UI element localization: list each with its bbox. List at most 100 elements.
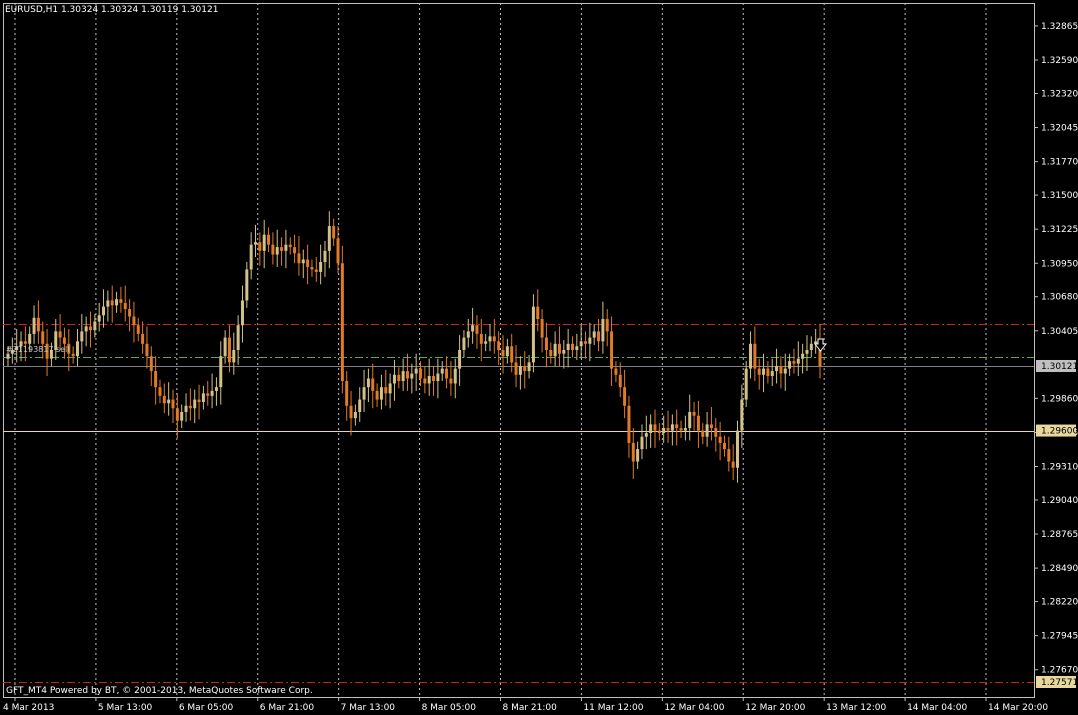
candle-bear (727, 449, 731, 462)
candle-bull (670, 424, 674, 431)
candle-bull (649, 424, 653, 434)
candle-bull (362, 387, 366, 400)
candle-bull (488, 336, 492, 342)
candle-bull (219, 356, 223, 388)
x-tick-label: 14 Mar 20:00 (988, 703, 1048, 713)
candle-bear (731, 461, 735, 468)
candle-bull (744, 368, 748, 400)
candle-bear (336, 238, 340, 264)
candle-bear (136, 325, 140, 334)
candle-bull (518, 366, 522, 375)
candle-bull (788, 361, 792, 369)
candle-bull (636, 449, 640, 462)
mt4-chart-window[interactable]: 1.32865 1.32590 1.32320 1.32045 1.31770 1.315… (0, 0, 1078, 715)
candle-bull (601, 319, 605, 342)
candle-bull (223, 337, 227, 357)
candle-bear (766, 368, 770, 377)
candle-bull (232, 350, 236, 363)
candle-bull (353, 411, 357, 419)
candle-bull (323, 250, 327, 263)
candle-bear (492, 336, 496, 342)
candle-bull (301, 259, 305, 264)
candle-bull (75, 341, 79, 357)
candle-bull (640, 436, 644, 450)
y-tick-label: 1.30405 (1041, 327, 1078, 337)
y-tick-label: 1.31500 (1041, 191, 1078, 201)
candle-bull (801, 353, 805, 359)
candle-bear (128, 309, 132, 317)
candle-bull (440, 368, 444, 374)
candle-bull (683, 428, 687, 431)
candle-bear (544, 337, 548, 350)
candle-bull (262, 234, 266, 251)
candle-bear (310, 266, 314, 270)
candle-bear (158, 387, 162, 396)
candle-bull (414, 368, 418, 374)
candle-bear (89, 326, 93, 331)
candle-bull (436, 373, 440, 381)
candle-bear (397, 374, 401, 381)
candle-bear (314, 269, 318, 272)
x-tick-label: 8 Mar 05:00 (422, 703, 477, 713)
y-tick-label: 1.30950 (1041, 259, 1078, 269)
symbol-info: EURUSD,H1 1.30324 1.30324 1.30119 1.3012… (5, 5, 218, 15)
candle-bull (201, 393, 205, 403)
candle-bull (275, 247, 279, 255)
candle-bear (714, 428, 718, 437)
candle-bull (327, 226, 331, 251)
candle-bull (770, 371, 774, 377)
y-tick-label: 1.32045 (1041, 124, 1078, 134)
candle-bull (814, 341, 818, 344)
candle-bull (566, 343, 570, 350)
candle-bear (523, 366, 527, 372)
candle-bear (110, 300, 114, 306)
candle-bear (345, 380, 349, 406)
candle-bull (471, 325, 475, 332)
candle-bear (610, 331, 614, 369)
y-tick-label: 1.28765 (1041, 530, 1078, 540)
candle-bull (167, 399, 171, 404)
candle-bear (375, 390, 379, 400)
candle-bear (141, 333, 145, 344)
candle-bull (592, 331, 596, 338)
grid-lines (14, 3, 987, 697)
price-axis[interactable]: 1.32865 1.32590 1.32320 1.32045 1.31770 1.315… (1034, 22, 1078, 689)
candle-bull (775, 366, 779, 372)
y-tick-label: 1.31770 (1041, 158, 1078, 168)
candle-bear (618, 374, 622, 388)
chart-canvas[interactable]: 1.32865 1.32590 1.32320 1.32045 1.31770 1.315… (0, 0, 1078, 715)
candle-bear (371, 378, 375, 391)
candle-bear (405, 371, 409, 379)
candle-bear (631, 442, 635, 462)
candle-bull (240, 300, 244, 326)
candle-bear (792, 361, 796, 364)
candle-bull (106, 300, 110, 307)
candle-bear (188, 405, 192, 409)
candle-bull (505, 346, 509, 357)
y-tick-label: 1.29860 (1041, 394, 1078, 404)
candle-bear (605, 319, 609, 332)
candle-bull (740, 399, 744, 431)
y-tick-label: 1.27670 (1041, 666, 1078, 676)
candle-bear (149, 356, 153, 372)
candle-bear (584, 341, 588, 344)
candle-bear (154, 371, 158, 388)
y-tick-label: 1.31225 (1041, 225, 1078, 235)
y-tick-label: 1.28220 (1041, 598, 1078, 608)
candle-bull (688, 411, 692, 429)
candle-bear (62, 337, 66, 344)
candle-bull (84, 326, 88, 332)
candle-bear (36, 317, 40, 332)
candle-bear (510, 346, 514, 363)
candle-bull (588, 337, 592, 344)
candle-bear (432, 376, 436, 381)
candle-bear (119, 299, 123, 303)
x-tick-label: 13 Mar 12:00 (826, 703, 886, 713)
candle-bear (332, 226, 336, 239)
y-tick-label: 1.30680 (1041, 293, 1078, 303)
y-tick-label: 1.32320 (1041, 89, 1078, 99)
candle-bull (809, 343, 813, 350)
candle-bear (514, 362, 518, 375)
candle-bull (193, 399, 197, 409)
time-axis[interactable]: 4 Mar 2013 5 Mar 13:00 6 Mar 05:00 6 Mar 21… (3, 697, 1048, 713)
